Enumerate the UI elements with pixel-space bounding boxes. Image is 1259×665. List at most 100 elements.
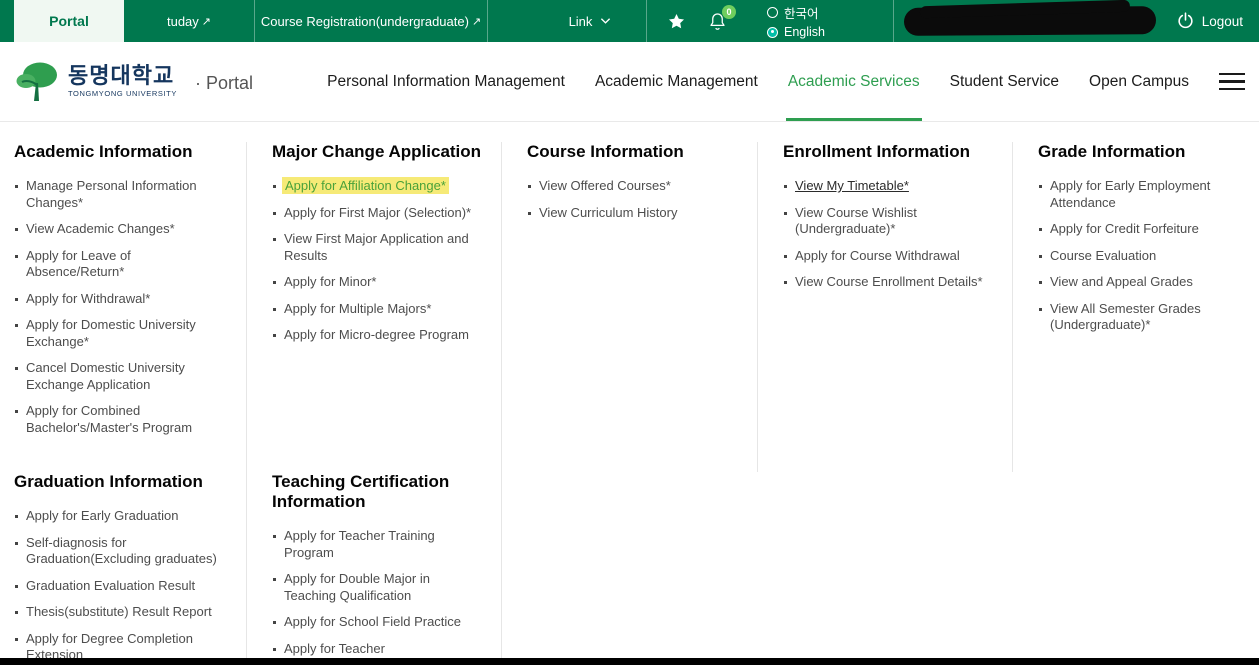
brand-english-name: TONGMYONG UNIVERSITY: [68, 90, 177, 98]
menu-item-label: View First Major Application and Results: [284, 231, 469, 263]
bullet-icon: [1039, 308, 1042, 311]
menu-column-academic-information: Academic Information Manage Personal Info…: [14, 142, 247, 472]
menu-list: View My Timetable* View Course Wishlist (…: [783, 178, 994, 291]
menu-item[interactable]: View All Semester Grades (Undergraduate)…: [1038, 301, 1227, 334]
divider: [646, 0, 647, 42]
nav-personal-information-management[interactable]: Personal Information Management: [327, 42, 565, 121]
menu-item-label: Apply for Double Major in Teaching Quali…: [284, 571, 430, 603]
menu-item[interactable]: View Course Wishlist (Undergraduate)*: [783, 205, 994, 238]
bullet-icon: [273, 621, 276, 624]
menu-item[interactable]: Apply for Double Major in Teaching Quali…: [272, 571, 483, 604]
menu-item-label: Cancel Domestic University Exchange Appl…: [26, 360, 185, 392]
menu-item[interactable]: Apply for Affiliation Change*: [272, 178, 483, 195]
notifications-button[interactable]: 0: [708, 0, 727, 42]
favorites-button[interactable]: [667, 0, 686, 42]
link-dropdown[interactable]: Link: [534, 0, 646, 42]
menu-item[interactable]: Apply for Combined Bachelor's/Master's P…: [14, 403, 228, 436]
menu-item[interactable]: View Offered Courses*: [527, 178, 739, 195]
nav-label: Academic Services: [788, 73, 920, 91]
menu-item[interactable]: Thesis(substitute) Result Report: [14, 604, 228, 621]
menu-item-label: Graduation Evaluation Result: [26, 578, 195, 593]
menu-item[interactable]: Apply for Teacher Training Program: [272, 528, 483, 561]
menu-item[interactable]: Self-diagnosis for Graduation(Excluding …: [14, 535, 228, 568]
menu-item[interactable]: Apply for Withdrawal*: [14, 291, 228, 308]
bottom-edge-bar: [0, 658, 1259, 665]
radio-icon: [767, 27, 778, 38]
bullet-icon: [528, 212, 531, 215]
link-dropdown-label: Link: [569, 14, 593, 29]
nav-student-service[interactable]: Student Service: [950, 42, 1059, 121]
nav-academic-management[interactable]: Academic Management: [595, 42, 758, 121]
menu-item[interactable]: Apply for Micro-degree Program: [272, 327, 483, 344]
divider: [893, 0, 894, 42]
tree-logo-icon: [14, 61, 60, 103]
menu-item[interactable]: Apply for Course Withdrawal: [783, 248, 994, 265]
menu-item-label: Apply for Micro-degree Program: [284, 327, 469, 342]
menu-item-label: View Offered Courses*: [539, 178, 671, 193]
menu-list: Apply for Early Employment Attendance App…: [1038, 178, 1227, 334]
menu-item-label: View All Semester Grades (Undergraduate)…: [1050, 301, 1201, 333]
bullet-icon: [15, 585, 18, 588]
tuday-link[interactable]: tuday ↗: [124, 0, 254, 42]
menu-column-title: Grade Information: [1038, 142, 1227, 162]
menu-item-label: Course Evaluation: [1050, 248, 1156, 263]
language-option-korean[interactable]: 한국어: [767, 3, 825, 22]
course-registration-link[interactable]: Course Registration(undergraduate) ↗: [255, 0, 487, 42]
menu-item[interactable]: Apply for Credit Forfeiture: [1038, 221, 1227, 238]
menu-item-label: Apply for Credit Forfeiture: [1050, 221, 1199, 236]
bullet-icon: [784, 185, 787, 188]
menu-item[interactable]: Apply for Minor*: [272, 274, 483, 291]
portal-tab[interactable]: Portal: [14, 0, 124, 42]
menu-item[interactable]: Apply for Multiple Majors*: [272, 301, 483, 318]
menu-item[interactable]: View First Major Application and Results: [272, 231, 483, 264]
menu-list: Apply for Affiliation Change* Apply for F…: [272, 178, 483, 344]
tuday-label: tuday: [167, 14, 199, 29]
language-option-english[interactable]: English: [767, 25, 825, 39]
bullet-icon: [15, 611, 18, 614]
bullet-icon: [15, 410, 18, 413]
menu-item-label: Apply for Domestic University Exchange*: [26, 317, 196, 349]
menu-item[interactable]: View and Appeal Grades: [1038, 274, 1227, 291]
bullet-icon: [15, 542, 18, 545]
menu-item[interactable]: Graduation Evaluation Result: [14, 578, 228, 595]
logout-button[interactable]: Logout: [1176, 0, 1243, 42]
menu-item[interactable]: Apply for School Field Practice: [272, 614, 483, 631]
university-logo[interactable]: 동명대학교 TONGMYONG UNIVERSITY · Portal: [14, 42, 253, 121]
menu-item[interactable]: Cancel Domestic University Exchange Appl…: [14, 360, 228, 393]
menu-column-enrollment-information: Enrollment InformationView My Timetable*…: [758, 142, 1013, 472]
menu-column-title: Academic Information: [14, 142, 228, 162]
bullet-icon: [15, 367, 18, 370]
menu-item-label: Apply for Teacher Training Program: [284, 528, 435, 560]
brand-text: 동명대학교 TONGMYONG UNIVERSITY: [68, 65, 177, 98]
nav-academic-services[interactable]: Academic Services: [788, 42, 920, 121]
chevron-down-icon: [600, 17, 611, 25]
power-icon: [1176, 12, 1195, 31]
nav-open-campus[interactable]: Open Campus: [1089, 42, 1189, 121]
menu-item-label: Apply for Minor*: [284, 274, 376, 289]
menu-icon[interactable]: [1219, 42, 1245, 121]
menu-item[interactable]: Apply for First Major (Selection)*: [272, 205, 483, 222]
menu-column-title: Teaching Certification Information: [272, 472, 483, 512]
menu-item[interactable]: View Course Enrollment Details*: [783, 274, 994, 291]
menu-item[interactable]: View My Timetable*: [783, 178, 994, 195]
menu-item[interactable]: Manage Personal Information Changes*: [14, 178, 228, 211]
menu-item[interactable]: Apply for Leave of Absence/Return*: [14, 248, 228, 281]
brand-portal-suffix: · Portal: [195, 69, 253, 94]
bullet-icon: [273, 238, 276, 241]
menu-item[interactable]: View Academic Changes*: [14, 221, 228, 238]
menu-item[interactable]: View Curriculum History: [527, 205, 739, 222]
menu-item[interactable]: Apply for Early Graduation: [14, 508, 228, 525]
menu-item-label: View My Timetable*: [795, 178, 909, 193]
bullet-icon: [784, 281, 787, 284]
menu-item-label: View and Appeal Grades: [1050, 274, 1193, 289]
menu-item[interactable]: Apply for Early Employment Attendance: [1038, 178, 1227, 211]
course-registration-label: Course Registration(undergraduate): [261, 14, 469, 29]
main-nav: Personal Information Management Academic…: [327, 42, 1189, 121]
brand-korean-name: 동명대학교: [68, 65, 177, 87]
spacer: [488, 0, 534, 42]
menu-item[interactable]: Apply for Domestic University Exchange*: [14, 317, 228, 350]
redacted-username: [904, 6, 1156, 36]
menu-item[interactable]: Course Evaluation: [1038, 248, 1227, 265]
menu-item-label: Self-diagnosis for Graduation(Excluding …: [26, 535, 217, 567]
menu-item-label: View Course Enrollment Details*: [795, 274, 983, 289]
